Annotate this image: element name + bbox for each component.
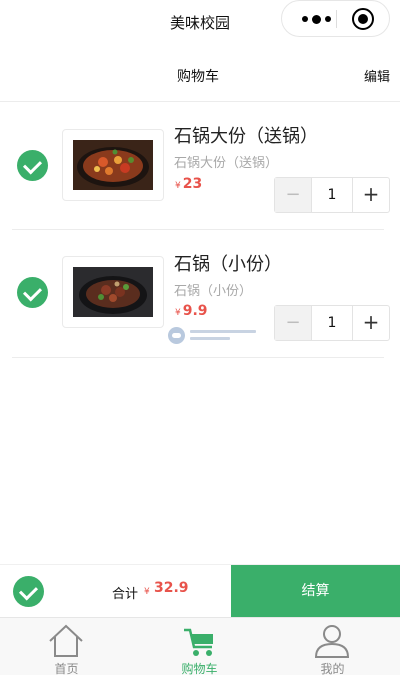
bottom-tabbar: 首页 购物车 我的 <box>0 617 400 675</box>
checkout-bar: 合计 ¥ 32.9 结算 <box>0 564 400 618</box>
food-photo-stone-pot-small <box>73 267 153 317</box>
food-photo-stone-pot-large <box>73 140 153 190</box>
item-name: 石锅大份（送锅） <box>174 126 318 147</box>
quantity-value[interactable]: 1 <box>311 306 353 340</box>
item-price-value: 23 <box>182 176 203 192</box>
total-price: 32.9 <box>154 580 189 596</box>
cart-icon <box>184 628 213 656</box>
item-price-value: 9.9 <box>182 303 208 319</box>
item-thumbnail[interactable] <box>62 256 164 328</box>
tab-label: 购物车 <box>181 662 218 675</box>
home-icon <box>49 624 83 657</box>
item-name: 石锅（小份） <box>174 254 282 275</box>
total-currency-symbol: ¥ <box>144 587 150 597</box>
item-subtitle: 石锅（小份） <box>174 284 253 299</box>
capsule-divider <box>336 10 337 28</box>
tab-home[interactable]: 首页 <box>0 618 133 675</box>
quantity-stepper: − 1 + <box>274 305 390 341</box>
increase-button[interactable]: + <box>353 178 389 212</box>
quantity-value[interactable]: 1 <box>311 178 353 212</box>
cart-title: 购物车 <box>177 69 219 85</box>
decrease-button[interactable]: − <box>275 306 311 340</box>
edit-button[interactable]: 编辑 <box>364 66 390 85</box>
target-circle-icon[interactable] <box>352 8 374 30</box>
increase-button[interactable]: + <box>353 306 389 340</box>
quantity-stepper: − 1 + <box>274 177 390 213</box>
top-navbar: 美味校园 <box>0 0 400 44</box>
tab-cart[interactable]: 购物车 <box>133 618 266 675</box>
cart-item: 石锅大份（送锅） 石锅大份（送锅） ¥23 − 1 + <box>0 102 400 230</box>
item-thumbnail[interactable] <box>62 129 164 201</box>
item-subtitle: 石锅大份（送锅） <box>174 156 279 171</box>
checkout-button[interactable]: 结算 <box>231 565 400 618</box>
more-dots-icon[interactable] <box>296 10 336 28</box>
currency-symbol: ¥ <box>175 181 181 191</box>
mini-program-capsule <box>281 0 390 37</box>
item-price: ¥9.9 <box>175 303 208 319</box>
tab-label: 我的 <box>320 662 345 675</box>
user-icon <box>314 625 350 658</box>
tab-profile[interactable]: 我的 <box>266 618 399 675</box>
cart-header: 购物车 编辑 <box>0 44 400 102</box>
select-all-check-icon[interactable] <box>13 576 44 607</box>
item-divider <box>12 357 384 358</box>
watermark-logo <box>168 327 258 345</box>
item-price: ¥23 <box>175 176 202 192</box>
item-check-icon[interactable] <box>17 150 48 181</box>
currency-symbol: ¥ <box>175 308 181 318</box>
total-label: 合计 <box>112 587 139 602</box>
decrease-button[interactable]: − <box>275 178 311 212</box>
tab-label: 首页 <box>54 662 79 675</box>
item-check-icon[interactable] <box>17 277 48 308</box>
